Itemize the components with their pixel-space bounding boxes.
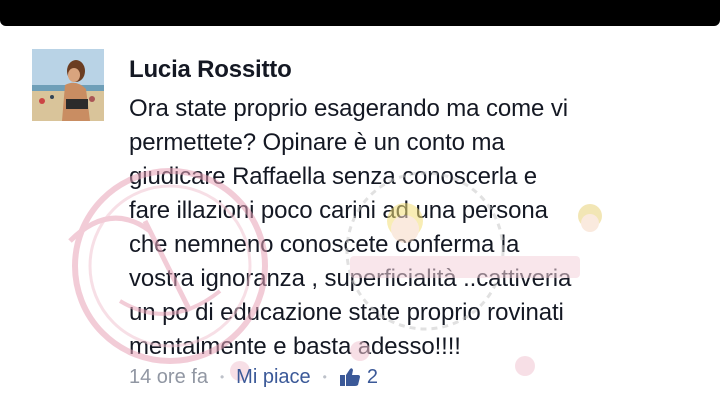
comment-text: Ora state proprio esagerando ma come vi … (129, 92, 699, 364)
timestamp: 14 ore fa (129, 365, 208, 388)
like-count-value: 2 (366, 365, 378, 388)
screen: Lucia Rossitto Ora state proprio esagera… (0, 0, 720, 405)
thumbs-up-icon (339, 368, 360, 386)
profile-photo-icon (32, 49, 104, 121)
comment-line: un po di educazione state proprio rovina… (129, 299, 564, 326)
avatar[interactable] (32, 49, 104, 121)
top-dark-bar (0, 0, 720, 26)
comment-line: giudicare Raffaella senza conoscerla e (129, 163, 538, 190)
separator-dot: • (219, 370, 225, 384)
comment-line: fare illazioni poco carini ad una person… (129, 197, 548, 224)
like-button[interactable]: Mi piace (236, 366, 310, 389)
comment-line: che nemneno conoscete conferma la (129, 231, 520, 258)
comment-line: permettete? Opinare è un conto ma (129, 129, 505, 156)
comment-line: mentalmente e basta adesso!!!! (129, 333, 461, 360)
comment-line: Ora state proprio esagerando ma come vi (129, 95, 568, 122)
separator-dot: • (322, 370, 327, 384)
comment: Lucia Rossitto Ora state proprio esagera… (0, 26, 720, 405)
like-count[interactable]: 2 (339, 366, 378, 389)
comment-actions: 14 ore fa • Mi piace • 2 (129, 364, 378, 390)
author-name[interactable]: Lucia Rossitto (129, 56, 292, 84)
comment-line: vostra ignoranza , superficialità ..catt… (129, 265, 572, 292)
